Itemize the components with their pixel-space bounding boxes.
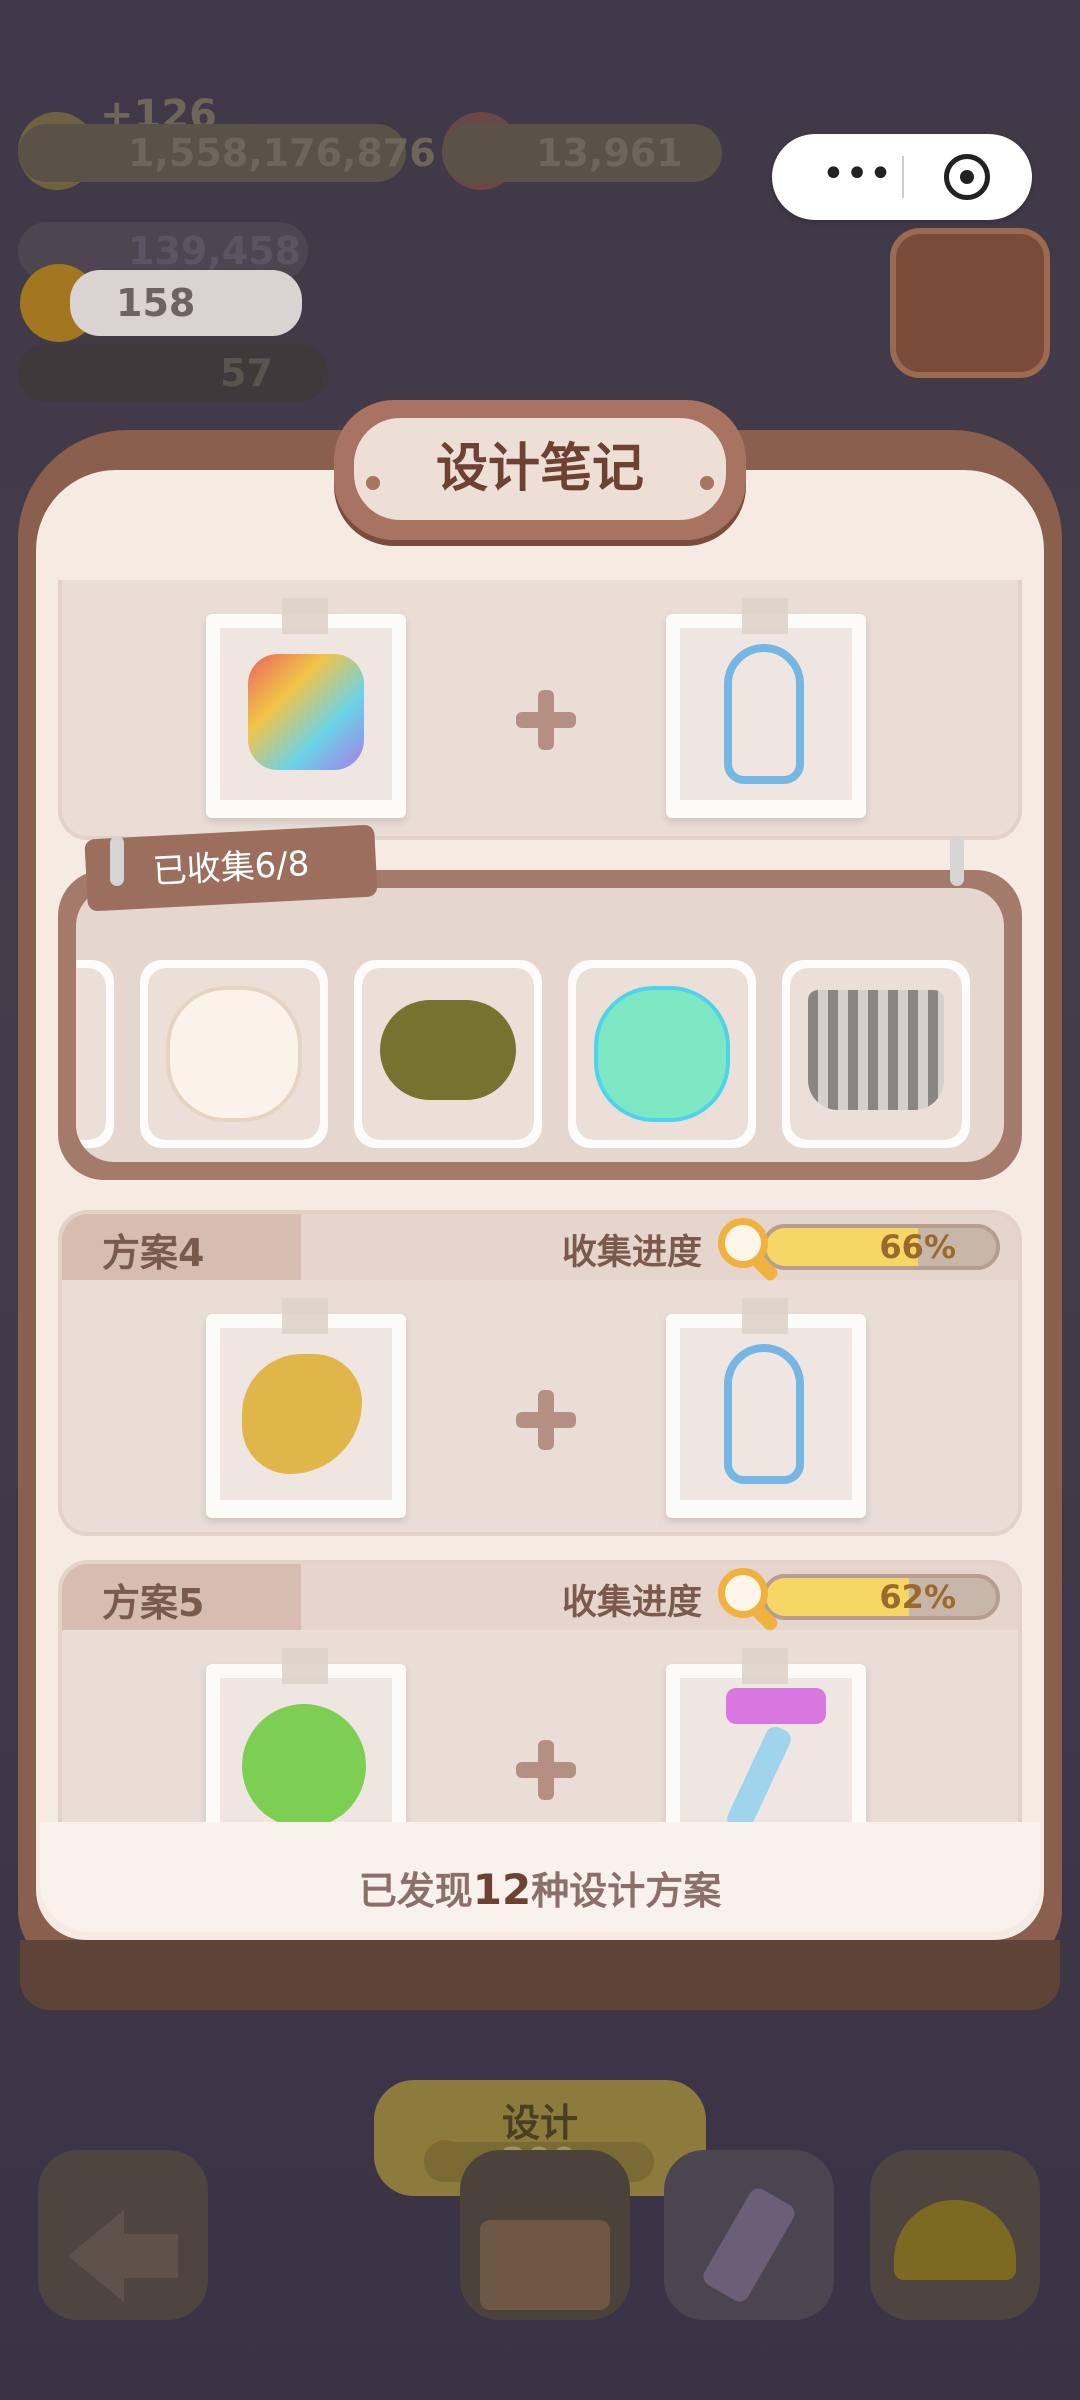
scheme-header: 方案5 收集进度 62% [62, 1564, 1018, 1633]
capsule-divider [902, 156, 904, 198]
sunflower-counter: 158 [70, 270, 302, 336]
modal-title: 设计笔记 [354, 418, 726, 520]
box-button[interactable] [460, 2150, 630, 2320]
item-photo [666, 1298, 866, 1518]
collected-slot[interactable] [568, 960, 756, 1148]
progress-label: 收集进度 [562, 1233, 703, 1273]
discovered-count: 12 [472, 1865, 532, 1914]
plus-icon [516, 1740, 576, 1800]
collected-slot[interactable] [140, 960, 328, 1148]
coins-counter: 1,558,176,876 [18, 124, 436, 182]
green-leaf-plant-icon [242, 1704, 366, 1828]
hardhat-button[interactable] [870, 2150, 1040, 2320]
collected-items-scroller[interactable] [76, 888, 1004, 1162]
discovered-count-text: 已发现12种设计方案 [358, 1865, 722, 1914]
collected-slot[interactable] [76, 960, 114, 1148]
plaque-rivet [700, 476, 714, 490]
back-arrow-icon [68, 2210, 124, 2302]
back-button[interactable] [38, 2150, 208, 2320]
progress-bar: 62% [762, 1574, 1000, 1620]
scheme-card: 方案4 收集进度 66% [58, 1210, 1022, 1536]
hook-icon [110, 836, 124, 886]
item-photo [206, 1298, 406, 1518]
egg-beater-icon [724, 1344, 804, 1484]
face-mask-white-icon [166, 986, 302, 1122]
modal-shelf [20, 1940, 1060, 2010]
collected-slot[interactable] [354, 960, 542, 1148]
close-target-icon[interactable] [944, 154, 990, 200]
item-photo [666, 598, 866, 818]
collected-items-panel: 已收集6/8 [58, 824, 1022, 1180]
progress-text: 62% [879, 1578, 956, 1616]
item-photo [206, 598, 406, 818]
hardhat-icon [894, 2200, 1016, 2280]
plus-icon [516, 690, 576, 750]
scheme-card [58, 580, 1022, 840]
magnifier-icon [714, 1564, 784, 1634]
rainbow-candy-bag-icon [248, 654, 364, 770]
item-photo [666, 1648, 866, 1830]
magnifier-icon [714, 1214, 784, 1284]
item-photo [206, 1648, 406, 1830]
notebook-icon[interactable] [890, 228, 1050, 378]
gems-counter: 13,961 [442, 124, 722, 182]
craft-button[interactable] [664, 2150, 834, 2320]
plus-icon [516, 1390, 576, 1450]
collected-count-tag: 已收集6/8 [84, 824, 378, 912]
scheme-card: 方案5 收集进度 62% [58, 1560, 1022, 1830]
scheme-title: 方案5 [102, 1581, 205, 1625]
hearts-counter: 57 [18, 344, 328, 402]
plaque-rivet [366, 476, 380, 490]
progress-bar: 66% [762, 1224, 1000, 1270]
progress-text: 66% [879, 1228, 956, 1266]
egg-beater-icon [724, 644, 804, 784]
pencil-icon [699, 2184, 799, 2306]
cardboard-box-icon [480, 2220, 610, 2310]
fringe-skirt-icon [808, 990, 944, 1110]
schemes-list[interactable]: 已收集6/8 方案4 收集进度 66% 方案5 收集进度 62% [58, 580, 1022, 1830]
progress-label: 收集进度 [562, 1583, 703, 1623]
collected-slot[interactable] [782, 960, 970, 1148]
design-button-label: 设计 [501, 2101, 578, 2145]
scheme-title: 方案4 [102, 1231, 205, 1275]
more-menu-icon[interactable]: ••• [812, 154, 902, 200]
bun-wig-icon [380, 1000, 516, 1100]
scheme-header: 方案4 收集进度 66% [62, 1214, 1018, 1283]
face-mask-green-icon [594, 986, 730, 1122]
pink-razor-icon [726, 1688, 826, 1724]
hook-icon [950, 836, 964, 886]
mini-program-capsule: ••• [772, 134, 1032, 220]
